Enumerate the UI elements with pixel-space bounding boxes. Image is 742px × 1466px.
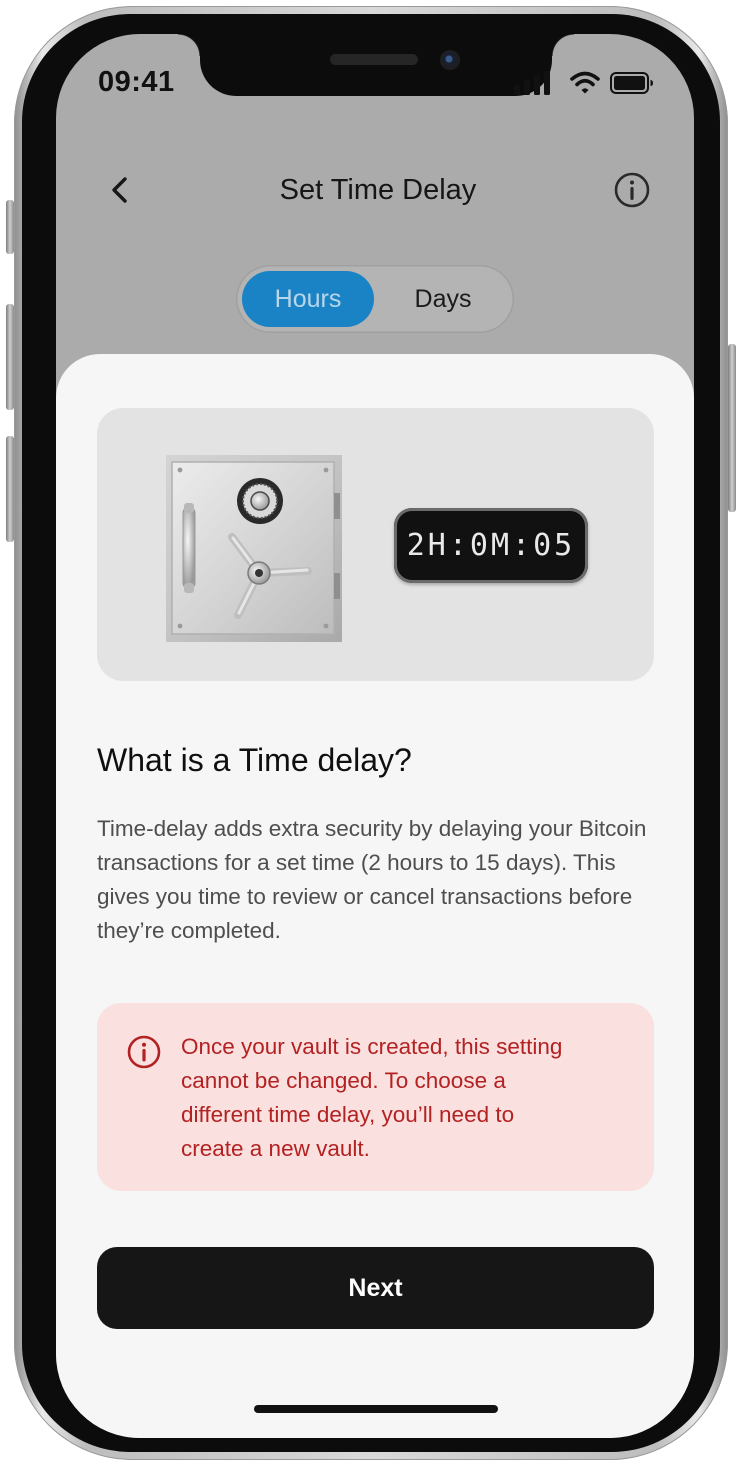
warning-info-icon — [127, 1035, 161, 1069]
info-body: Time-delay adds extra security by delayi… — [97, 816, 647, 943]
info-heading: What is a Time delay? — [97, 742, 412, 778]
speaker-grille — [330, 54, 418, 65]
info-button[interactable] — [612, 170, 652, 210]
status-time: 09:41 — [98, 66, 175, 98]
front-camera — [440, 50, 460, 70]
timer-display: 2H:0M:05 — [394, 508, 588, 583]
warning-text: Once your vault is created, this setting… — [181, 1034, 563, 1161]
back-button[interactable] — [100, 170, 140, 210]
volume-down-button — [6, 436, 14, 542]
chevron-left-icon — [112, 177, 127, 203]
home-indicator[interactable] — [254, 1405, 498, 1413]
days-tab[interactable]: Days — [378, 271, 508, 327]
notch — [178, 34, 574, 96]
time-unit-toggle: Hours Days — [236, 265, 514, 333]
cellular-signal-icon — [514, 71, 550, 95]
hours-tab[interactable]: Hours — [242, 271, 374, 327]
status-icons — [514, 68, 654, 98]
mute-switch — [6, 200, 14, 254]
timer-display-text: 2H:0M:05 — [406, 528, 576, 563]
page-title: Set Time Delay — [279, 174, 477, 206]
next-button[interactable]: Next — [97, 1247, 654, 1329]
safe-vault-icon — [166, 455, 342, 642]
wifi-icon — [570, 71, 600, 94]
battery-icon — [610, 72, 653, 94]
volume-up-button — [6, 304, 14, 410]
info-circle-icon — [614, 172, 650, 208]
power-button — [728, 344, 736, 512]
